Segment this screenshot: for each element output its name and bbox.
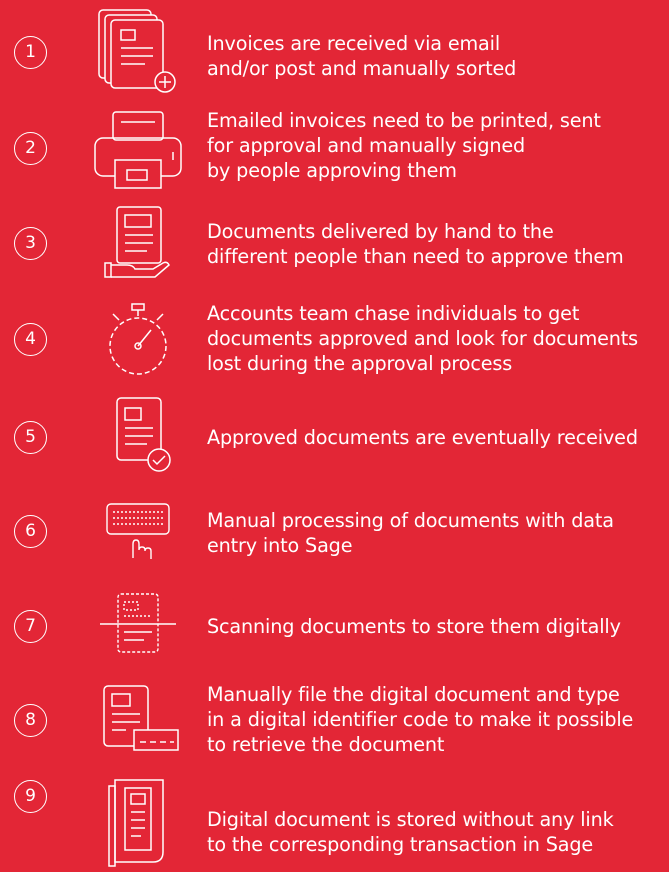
step-text: Manual processing of documents with data… bbox=[207, 509, 614, 557]
step-number: 4 bbox=[14, 323, 47, 356]
printer-icon bbox=[88, 108, 188, 192]
stopwatch-icon bbox=[88, 302, 188, 378]
document-code-icon bbox=[88, 684, 188, 754]
step-number: 2 bbox=[14, 132, 47, 165]
step-text: Manually file the digital document and t… bbox=[207, 683, 634, 756]
documents-add-icon bbox=[88, 8, 188, 94]
scanner-icon bbox=[88, 592, 188, 656]
step-text: Emailed invoices need to be printed, sen… bbox=[207, 109, 601, 182]
step-number: 3 bbox=[14, 227, 47, 260]
step-number: 5 bbox=[14, 421, 47, 454]
step-number: 1 bbox=[14, 36, 47, 69]
document-check-icon bbox=[88, 396, 188, 474]
step-text: Documents delivered by hand to the diffe… bbox=[207, 220, 624, 268]
step-text: Approved documents are eventually receiv… bbox=[207, 426, 638, 449]
step-text: Accounts team chase individuals to get d… bbox=[207, 302, 639, 375]
hand-document-icon bbox=[88, 205, 188, 281]
step-number: 9 bbox=[14, 780, 47, 813]
step-text: Scanning documents to store them digital… bbox=[207, 615, 621, 638]
step-text: Digital document is stored without any l… bbox=[207, 808, 614, 856]
keyboard-typing-icon bbox=[88, 500, 188, 562]
step-number: 8 bbox=[14, 704, 47, 737]
document-storage-icon bbox=[88, 776, 188, 868]
step-number: 7 bbox=[14, 610, 47, 643]
step-number: 6 bbox=[14, 515, 47, 548]
step-text: Invoices are received via email and/or p… bbox=[207, 32, 517, 80]
